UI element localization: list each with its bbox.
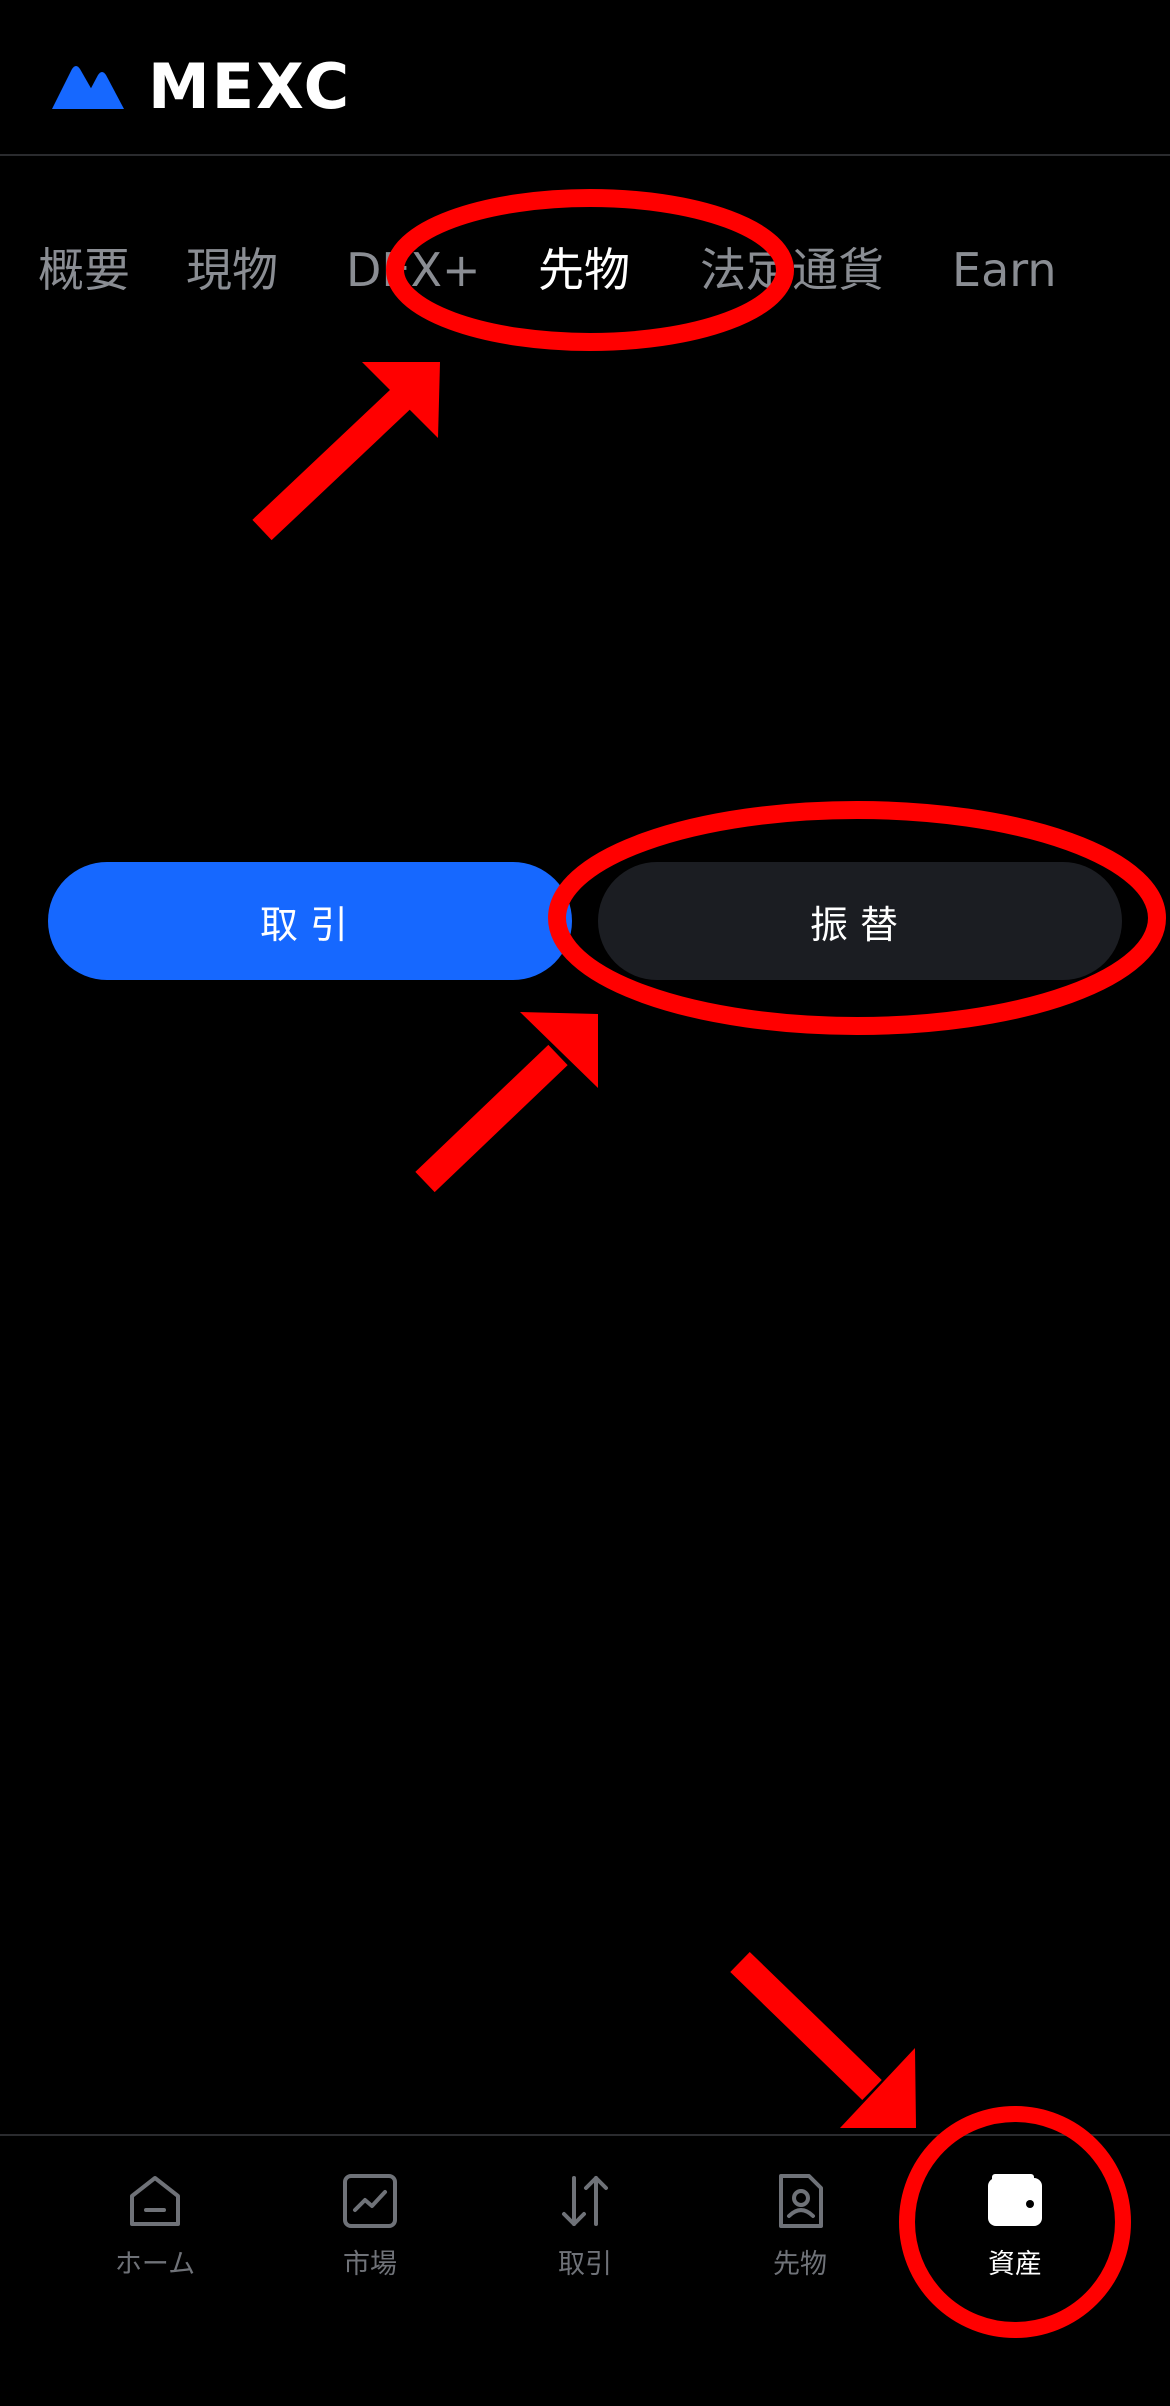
tab-spot[interactable]: 現物 [186,230,278,310]
wallet-icon [988,2174,1042,2226]
nav-item-assets[interactable]: 資産 [925,2170,1105,2281]
trade-arrows-icon [562,2176,608,2226]
nav-label-futures: 先物 [773,2249,827,2280]
home-icon [130,2176,180,2226]
nav-item-trade[interactable]: 取引 [495,2170,675,2281]
app-header: MEXC [0,0,1170,156]
bottom-navigation: ホーム 市場 取引 先物 資産 [0,2134,1170,2406]
nav-label-assets: 資産 [988,2249,1042,2280]
trade-button[interactable]: 取引 [48,862,572,980]
annotation-overlay [252,189,1166,2338]
nav-label-home: ホーム [114,2249,196,2280]
arrow-to-transfer-button [415,1012,598,1193]
nav-item-home[interactable]: ホーム [65,2170,245,2281]
nav-item-futures[interactable]: 先物 [710,2170,890,2281]
tab-dex[interactable]: DEX+ [346,230,481,310]
futures-document-icon [779,2174,823,2228]
tab-earn[interactable]: Earn [952,230,1057,310]
tab-futures[interactable]: 先物 [538,230,630,310]
transfer-button[interactable]: 振替 [598,862,1122,980]
mexc-logo-icon [52,66,124,109]
brand-name: MEXC [148,50,352,123]
tab-fiat[interactable]: 法定通貨 [700,230,884,310]
tab-overview[interactable]: 概要 [38,230,130,310]
nav-item-market[interactable]: 市場 [280,2170,460,2281]
market-chart-icon [343,2174,397,2228]
nav-label-trade: 取引 [558,2249,612,2280]
nav-label-market: 市場 [343,2249,397,2280]
asset-tabs: 概要 現物 DEX+ 先物 法定通貨 Earn [0,230,1170,310]
arrow-to-assets-nav [730,1951,916,2128]
mexc-logo[interactable]: MEXC [50,56,351,118]
arrow-to-futures-tab [252,362,440,541]
